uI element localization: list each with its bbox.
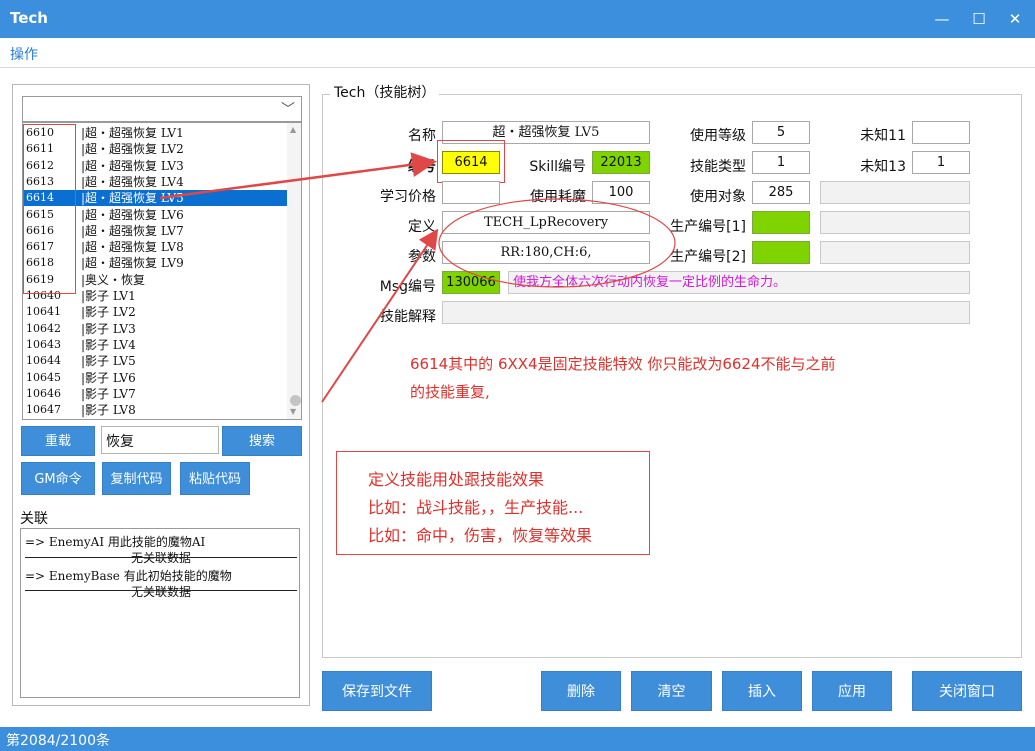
annotation-arrow-define: [321, 228, 439, 403]
annotation-ellipse: [438, 198, 676, 288]
annotation-overlay: [159, 152, 676, 403]
annotation-note-2-line1: 定义技能用处跟技能效果: [368, 470, 545, 489]
save-to-file-button[interactable]: 保存到文件: [322, 671, 432, 711]
annotation-note-2-line2: 比如：战斗技能，，生产技能...: [368, 498, 584, 517]
annotation-arrow-id: [159, 152, 437, 200]
delete-button[interactable]: 删除: [541, 671, 621, 711]
clear-button[interactable]: 清空: [631, 671, 712, 711]
insert-button[interactable]: 插入: [722, 671, 802, 711]
annotation-note-1-line1: 6614其中的 6XX4是固定技能特效 你只能改为6624不能与之前: [410, 355, 836, 373]
close-window-button[interactable]: 关闭窗口: [912, 671, 1022, 711]
annotation-note-2-line3: 比如：命中，伤害，恢复等效果: [368, 526, 593, 545]
annotation-note-1-line2: 的技能重复,: [410, 383, 490, 401]
apply-button[interactable]: 应用: [812, 671, 892, 711]
status-text: 第2084/2100条: [6, 733, 110, 749]
status-bar: 第2084/2100条: [0, 727, 1035, 751]
